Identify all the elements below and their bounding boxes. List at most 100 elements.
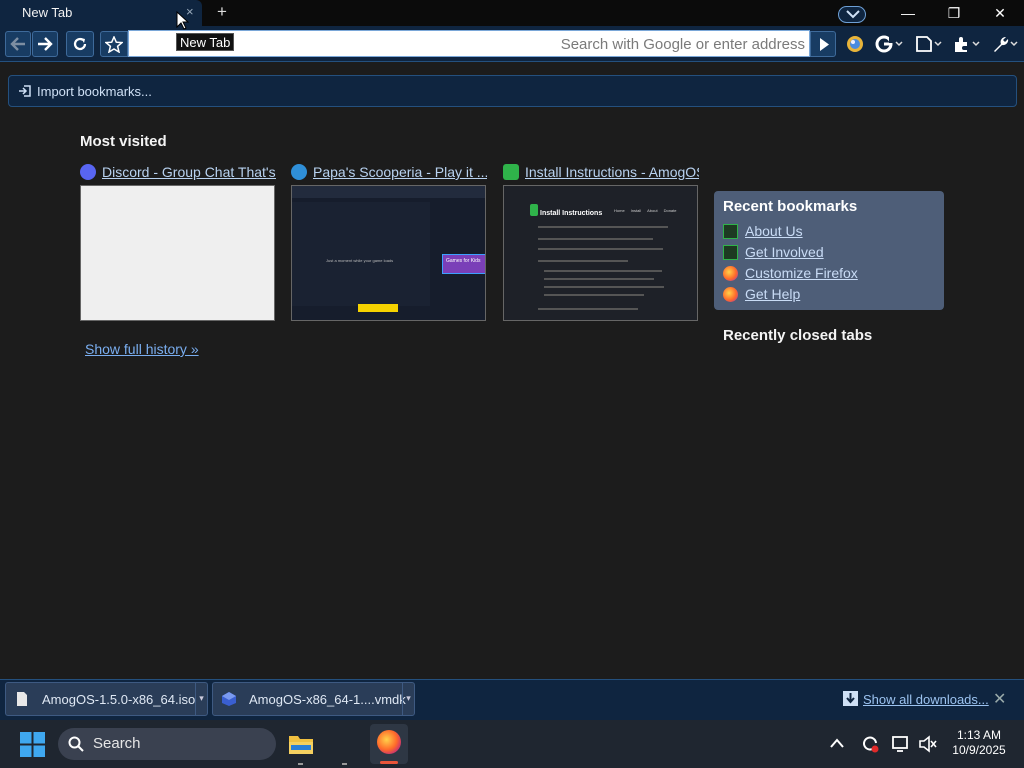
site-thumbnail[interactable] <box>80 185 275 321</box>
tab-title: New Tab <box>22 5 73 20</box>
thumb-text-line <box>538 248 663 250</box>
forward-arrow-icon <box>38 37 53 51</box>
bookmark-item-customize-firefox[interactable]: Customize Firefox <box>723 265 858 281</box>
most-visited-site-amogos[interactable]: Install Instructions - AmogOS Install In… <box>503 164 699 321</box>
go-button[interactable] <box>810 31 836 57</box>
mouse-cursor-icon <box>176 11 190 30</box>
amogos-icon <box>723 244 738 260</box>
title-bar: New Tab × + — ❐ ✕ <box>0 0 1024 26</box>
chevron-down-icon <box>846 10 860 19</box>
download-filename: AmogOS-1.5.0-x86_64.iso <box>42 692 196 707</box>
thumb-nav-item: Home <box>614 208 625 213</box>
search-icon <box>68 736 84 752</box>
thumb-button <box>358 304 398 312</box>
download-menu-chevron-icon[interactable]: ▾ <box>195 683 207 715</box>
bookmark-item-about-us[interactable]: About Us <box>723 223 803 239</box>
most-visited-heading: Most visited <box>80 133 167 150</box>
download-item[interactable]: AmogOS-1.5.0-x86_64.iso ▾ <box>5 682 208 716</box>
thumb-banner: Games for Kids <box>442 254 485 274</box>
recent-bookmarks-heading: Recent bookmarks <box>723 198 858 215</box>
import-bookmarks-link[interactable]: Import bookmarks... <box>37 84 152 99</box>
chevron-up-icon[interactable] <box>830 738 844 748</box>
site-link[interactable]: Discord - Group Chat That's ... <box>80 164 276 180</box>
site-title: Papa's Scooperia - Play it ... <box>313 164 487 180</box>
tab-new-tab[interactable]: New Tab × <box>0 0 202 26</box>
taskbar-search[interactable]: Search <box>58 728 276 760</box>
thumb-text-line <box>544 278 654 280</box>
active-app-indicator <box>380 761 398 764</box>
bookmark-label: Get Help <box>745 286 801 302</box>
site-link[interactable]: Papa's Scooperia - Play it ... <box>291 164 487 180</box>
thumb-text-line <box>538 308 638 310</box>
site-thumbnail[interactable]: Install Instructions Home Install About … <box>503 185 698 321</box>
url-placeholder: Search with Google or enter address <box>560 36 805 53</box>
star-icon <box>105 35 123 53</box>
close-window-button[interactable]: ✕ <box>980 2 1020 24</box>
bookmarks-toolbar: Import bookmarks... <box>8 75 1017 107</box>
discord-icon <box>80 164 96 180</box>
maximize-button[interactable]: ❐ <box>934 2 974 24</box>
most-visited-site-papas-scooperia[interactable]: Papa's Scooperia - Play it ... Just a mo… <box>291 164 487 321</box>
thumb-heading: Install Instructions <box>540 210 603 217</box>
show-all-downloads-link[interactable]: Show all downloads... <box>863 692 989 707</box>
extensions-icon[interactable] <box>952 34 982 54</box>
thumb-text-line <box>544 294 644 296</box>
sync-icon[interactable] <box>860 734 880 754</box>
reload-button[interactable] <box>66 31 94 57</box>
thumb-caption: Just a moment while your game loads <box>326 258 394 263</box>
firefox-icon <box>723 286 738 302</box>
show-full-history-link[interactable]: Show full history » <box>85 341 199 357</box>
clock-date: 10/9/2025 <box>952 743 1006 757</box>
reload-icon <box>73 37 87 51</box>
app-indicator <box>342 763 347 765</box>
bookmark-label: Customize Firefox <box>745 265 858 281</box>
file-icon <box>17 692 27 706</box>
bookmark-item-get-help[interactable]: Get Help <box>723 286 800 302</box>
minimize-button[interactable]: — <box>888 2 928 24</box>
clock-time: 1:13 AM <box>956 728 1002 742</box>
back-arrow-icon <box>10 37 25 51</box>
site-thumbnail[interactable]: Just a moment while your game loads Game… <box>291 185 486 321</box>
app-indicator <box>298 763 303 765</box>
close-downloads-icon[interactable]: ✕ <box>993 689 1006 709</box>
most-visited-site-discord[interactable]: Discord - Group Chat That's ... <box>80 164 276 321</box>
bookmark-label: Get Involved <box>745 244 824 260</box>
google-icon[interactable] <box>875 34 905 54</box>
thumb-game-area <box>292 202 430 306</box>
bookmark-item-get-involved[interactable]: Get Involved <box>723 244 824 260</box>
virtualbox-icon <box>222 692 236 706</box>
firefox-icon <box>377 730 401 754</box>
recently-closed-heading: Recently closed tabs <box>723 327 873 344</box>
firefox-taskbar-button[interactable] <box>370 724 408 764</box>
volume-muted-icon[interactable] <box>918 734 938 754</box>
download-menu-chevron-icon[interactable]: ▾ <box>402 683 414 715</box>
taskbar-clock[interactable]: 1:13 AM 10/9/2025 <box>946 728 1012 758</box>
new-tab-button[interactable]: + <box>212 3 232 21</box>
forward-button[interactable] <box>32 31 58 57</box>
network-icon[interactable] <box>891 734 911 754</box>
thumb-nav-item: Donate <box>663 208 677 213</box>
tab-tooltip: New Tab <box>176 33 235 51</box>
search-engine-icon[interactable] <box>845 34 865 54</box>
list-all-tabs-button[interactable] <box>838 6 866 23</box>
thumb-header <box>292 186 485 198</box>
download-item[interactable]: AmogOS-x86_64-1....vmdk ▾ <box>212 682 415 716</box>
download-arrow-icon <box>843 691 858 706</box>
windows-taskbar: Search 1:13 AM 10/9/2025 <box>0 720 1024 768</box>
amogos-logo-icon <box>530 204 538 216</box>
file-explorer-icon[interactable] <box>288 732 314 756</box>
wrench-icon[interactable] <box>990 34 1020 54</box>
amogos-icon <box>503 164 519 180</box>
windows-start-icon[interactable] <box>20 732 45 757</box>
site-link[interactable]: Install Instructions - AmogOS <box>503 164 699 180</box>
bookmark-label: About Us <box>745 223 803 239</box>
bookmark-star-button[interactable] <box>100 31 128 57</box>
back-button[interactable] <box>5 31 31 57</box>
thumb-nav-item: Install <box>630 208 642 213</box>
import-icon <box>19 85 31 97</box>
downloads-bar: AmogOS-1.5.0-x86_64.iso ▾ AmogOS-x86_64-… <box>0 679 1024 720</box>
thumb-text-line <box>538 238 653 240</box>
thumb-text-line <box>544 286 664 288</box>
page-menu-icon[interactable] <box>914 34 944 54</box>
thumb-text-line <box>544 270 662 272</box>
